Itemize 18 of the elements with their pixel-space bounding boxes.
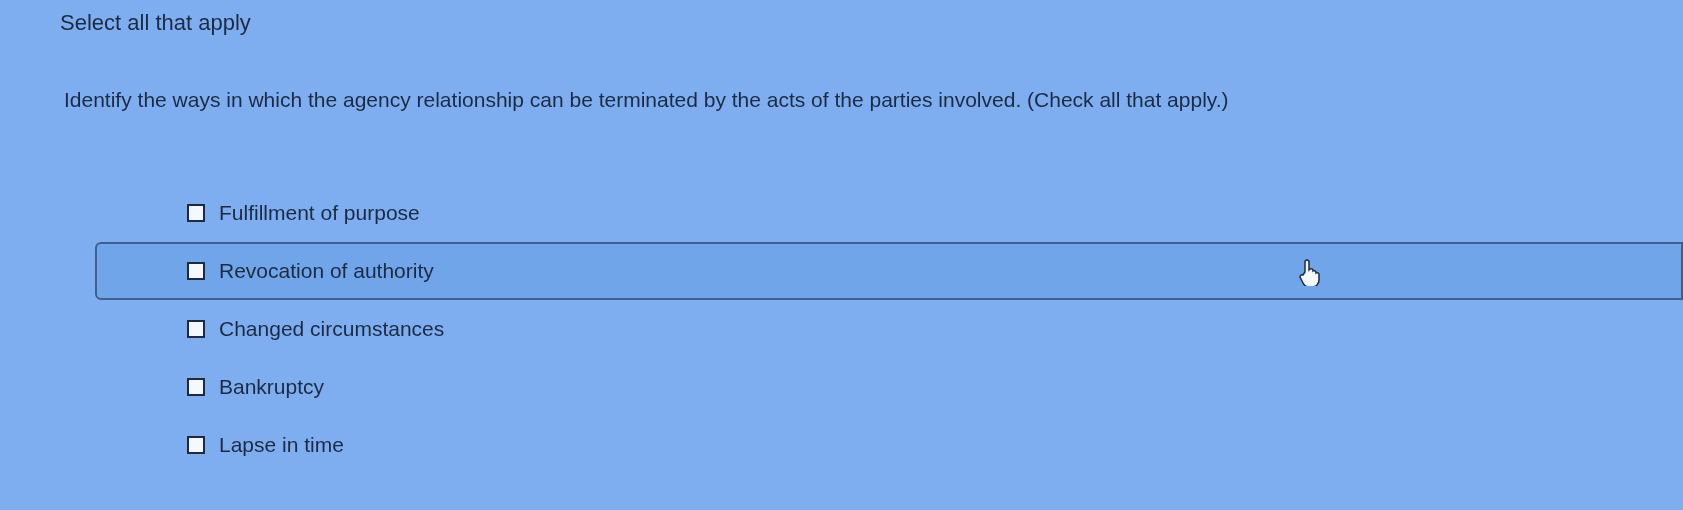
checkbox[interactable] <box>187 436 205 454</box>
hand-cursor-icon <box>1297 258 1321 286</box>
option-label: Changed circumstances <box>219 317 445 341</box>
option-label: Revocation of authority <box>219 259 434 283</box>
answer-option[interactable]: Fulfillment of purpose <box>95 184 1683 242</box>
answer-option[interactable]: Lapse in time <box>95 416 1683 474</box>
checkbox[interactable] <box>187 378 205 396</box>
answer-option[interactable]: Bankruptcy <box>95 358 1683 416</box>
answer-option[interactable]: Revocation of authority <box>95 242 1683 300</box>
option-label: Bankruptcy <box>219 375 325 399</box>
checkbox[interactable] <box>187 262 205 280</box>
option-label: Fulfillment of purpose <box>219 201 420 225</box>
option-label: Lapse in time <box>219 433 344 457</box>
answer-option[interactable]: Changed circumstances <box>95 300 1683 358</box>
checkbox[interactable] <box>187 204 205 222</box>
checkbox[interactable] <box>187 320 205 338</box>
instruction-text: Select all that apply <box>60 10 252 36</box>
question-text: Identify the ways in which the agency relationship can be terminated by the acts of the parties involved. (Check all that apply.) <box>64 88 1230 112</box>
